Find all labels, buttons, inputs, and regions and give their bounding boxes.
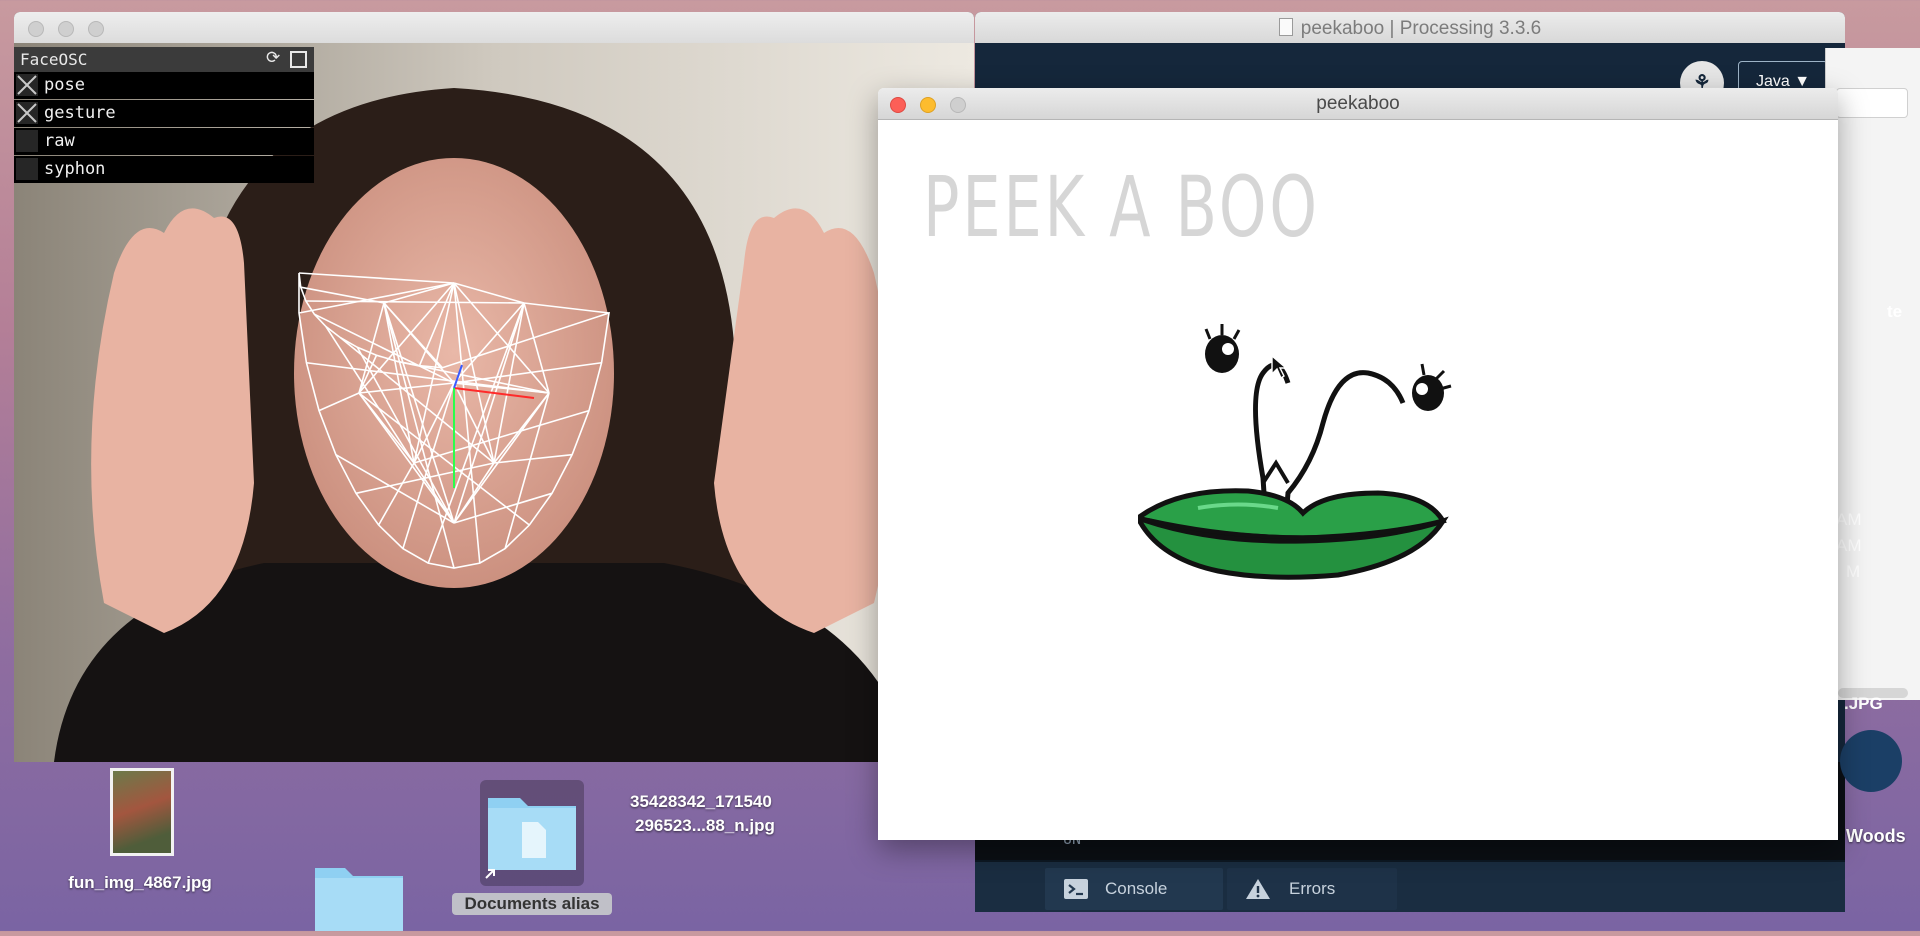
steam-app-icon[interactable] — [1840, 730, 1902, 792]
edge-app-label: Woods — [1846, 826, 1906, 846]
ide-titlebar[interactable]: peekaboo | Processing 3.3.6 — [975, 12, 1845, 44]
sketch-titlebar[interactable]: peekaboo — [878, 88, 1838, 120]
edge-file-label: .JPG — [1844, 694, 1883, 713]
background-window — [1825, 48, 1920, 700]
option-raw[interactable]: raw — [14, 128, 314, 155]
desktop-file-label-line2: 296523...88_n.jpg — [635, 816, 775, 835]
option-gesture[interactable]: gesture — [14, 100, 314, 127]
ide-window-title: peekaboo | Processing 3.3.6 — [975, 18, 1845, 40]
right-eye — [1412, 375, 1444, 411]
checkbox-raw[interactable] — [16, 130, 38, 152]
warning-icon — [1246, 879, 1270, 899]
background-window-field — [1836, 88, 1908, 118]
folder-icon — [315, 868, 403, 931]
console-icon — [1064, 879, 1088, 899]
minimize-icon[interactable] — [58, 21, 74, 37]
close-icon[interactable] — [28, 21, 44, 37]
option-syphon[interactable]: syphon — [14, 156, 314, 183]
faceosc-titlebar[interactable] — [14, 12, 974, 44]
sketch-window-title: peekaboo — [1316, 93, 1400, 114]
checkbox-syphon[interactable] — [16, 158, 38, 180]
edge-text-am: AM — [1836, 536, 1862, 555]
desktop-file-label-line1: 35428342_171540 — [630, 792, 772, 811]
creature-drawing — [1138, 324, 1452, 580]
photo-thumbnail — [113, 771, 171, 853]
tab-console[interactable]: Console — [1045, 868, 1223, 910]
document-icon — [1278, 18, 1293, 36]
save-icon[interactable] — [290, 51, 307, 68]
desktop-icon-documents-alias[interactable] — [480, 780, 584, 886]
desktop-icon-photo-label: fun_img_4867.jpg — [68, 873, 212, 892]
refresh-icon[interactable]: ⟳ — [266, 48, 280, 68]
faceosc-panel-header[interactable]: FaceOSC ⟳ — [14, 47, 314, 72]
right-eye-highlight — [1416, 383, 1428, 395]
checkbox-gesture[interactable] — [16, 102, 38, 124]
ide-tabbar: Console Errors — [975, 860, 1845, 912]
desktop-folder-icon[interactable] — [313, 858, 405, 931]
desktop-icon-photo[interactable] — [110, 768, 174, 856]
edge-text-am: AM — [1836, 510, 1862, 529]
edge-text-te: te — [1887, 302, 1903, 321]
checkbox-pose[interactable] — [16, 74, 38, 96]
option-pose[interactable]: pose — [14, 72, 314, 99]
zoom-icon[interactable] — [88, 21, 104, 37]
canvas-title: PEEK A BOO — [923, 158, 1320, 256]
left-eye — [1205, 335, 1239, 373]
peekaboo-sketch-window: peekaboo PEEK A BOO — [878, 88, 1838, 840]
edge-text-am: M — [1846, 562, 1861, 581]
folder-alias-icon — [485, 798, 576, 879]
faceosc-window: FaceOSC ⟳ pose gesture raw syphon — [14, 12, 974, 762]
creature-neck — [1261, 459, 1290, 485]
tab-errors[interactable]: Errors — [1227, 868, 1397, 910]
left-eye-highlight — [1222, 343, 1234, 355]
mouse-cursor-icon — [1271, 354, 1288, 380]
documents-alias-label: Documents alias — [452, 893, 612, 915]
